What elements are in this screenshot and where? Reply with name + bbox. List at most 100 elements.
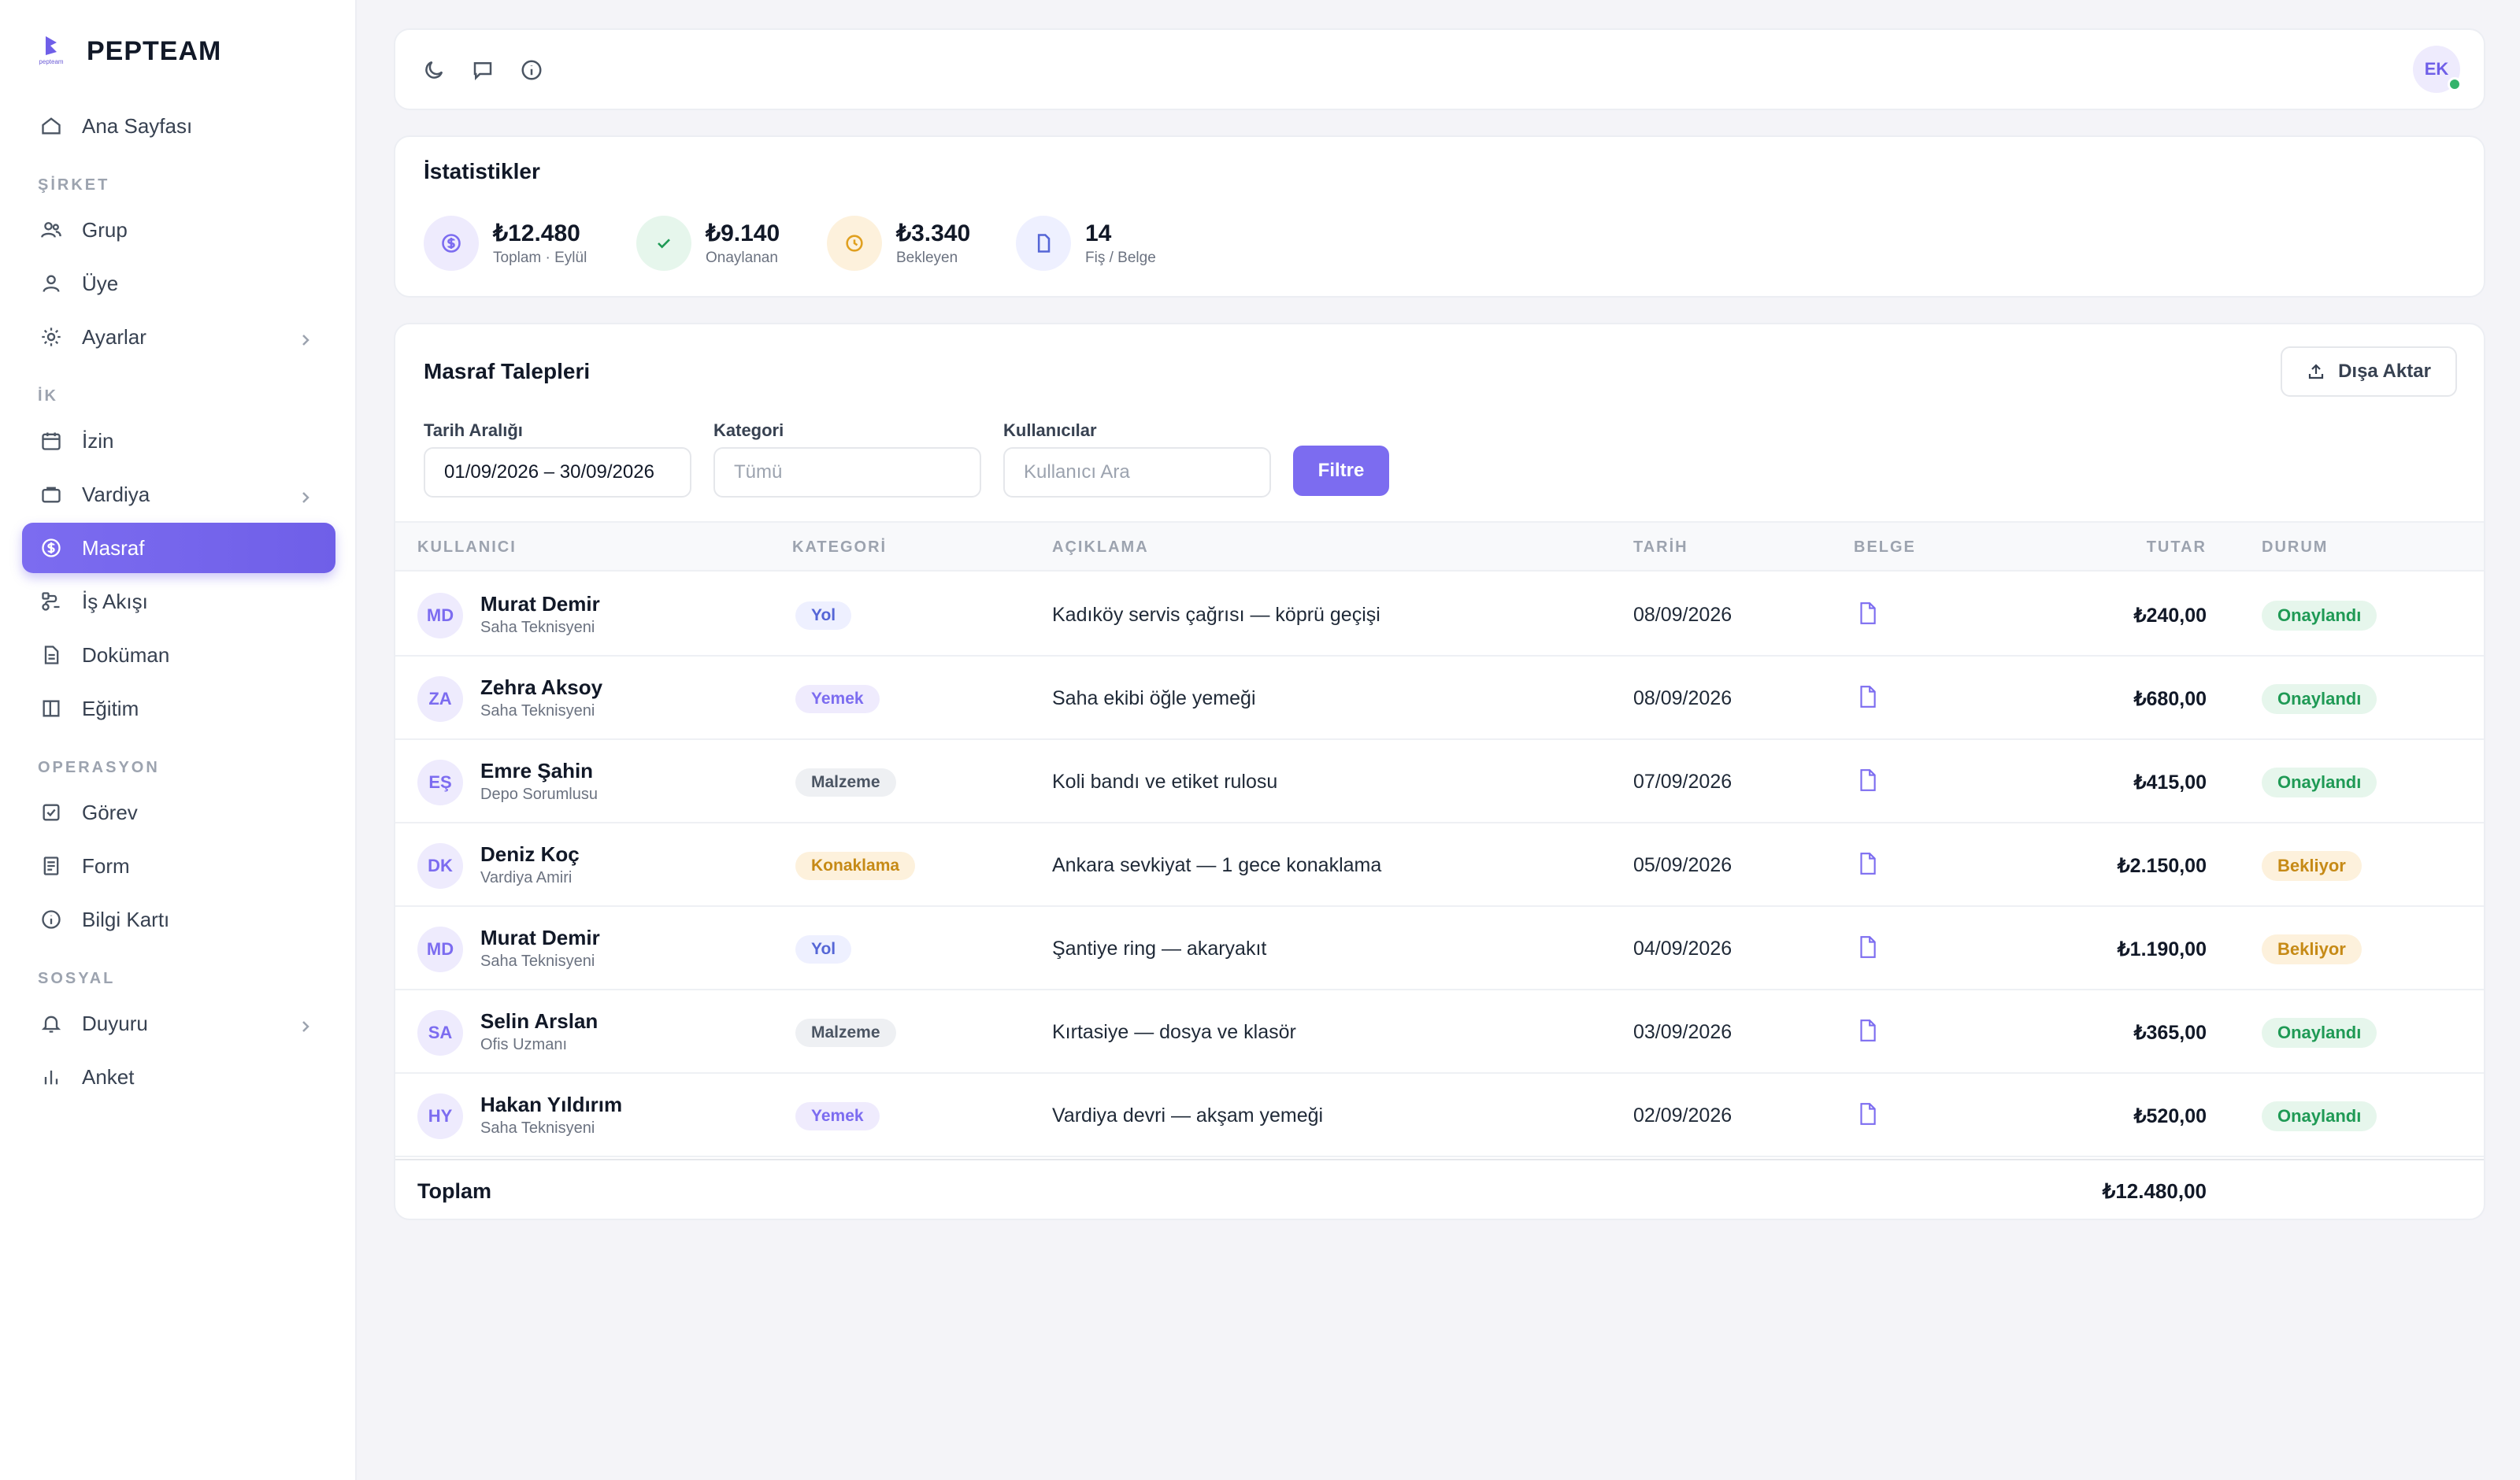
document-icon (1016, 216, 1071, 271)
sidebar-item-form[interactable]: Form (22, 841, 335, 891)
sidebar-item-leave[interactable]: İzin (22, 416, 335, 466)
sidebar-item-member[interactable]: Üye (22, 258, 335, 309)
user-avatar: HY (417, 1093, 463, 1139)
column-header-status[interactable]: DURUM (2262, 538, 2328, 557)
expense-date: 08/09/2026 (1633, 604, 1732, 626)
stat-label: Fiş / Belge (1085, 250, 1156, 266)
user-name: Emre Şahin (480, 759, 594, 783)
form-icon (39, 854, 63, 878)
document-icon[interactable] (1857, 768, 1879, 792)
sidebar-item-task[interactable]: Görev (22, 787, 335, 838)
document-icon[interactable] (1857, 852, 1879, 875)
stat-label: Bekleyen (896, 250, 958, 266)
sidebar-item-label: İzin (82, 428, 114, 453)
status-badge: Bekliyor (2262, 851, 2362, 881)
user-name: Selin Arslan (480, 1009, 598, 1033)
expense-description: Saha ekibi öğle yemeği (1052, 687, 1256, 709)
expense-amount: ₺2.150,00 (2117, 855, 2207, 877)
table-row[interactable]: ZA Zehra Aksoy Saha Teknisyeni Yemek Saha ek… (395, 657, 2484, 740)
user-avatar: MD (417, 927, 463, 972)
sidebar-item-settings[interactable]: Ayarlar (22, 312, 335, 362)
table-header: KULLANICI KATEGORİ AÇIKLAMA TARİH BELGE … (395, 521, 2484, 572)
expense-description: Koli bandı ve etiket rulosu (1052, 771, 1278, 793)
user-role: Saha Teknisyeni (480, 1119, 595, 1137)
sidebar-item-training[interactable]: Eğitim (22, 683, 335, 734)
table-row[interactable]: HY Hakan Yıldırım Saha Teknisyeni Yemek Vard… (395, 1074, 2484, 1157)
user-name: Deniz Koç (480, 842, 580, 866)
column-header-description[interactable]: AÇIKLAMA (1052, 538, 1149, 557)
document-icon[interactable] (1857, 1019, 1879, 1042)
sidebar-item-expense[interactable]: Masraf (22, 523, 335, 573)
sidebar-item-label: Anket (82, 1064, 135, 1089)
sidebar-item-shift[interactable]: Vardiya (22, 469, 335, 520)
filter-button[interactable]: Filtre (1293, 446, 1389, 496)
category-badge: Malzeme (795, 1019, 896, 1047)
sidebar-item-workflow[interactable]: İş Akışı (22, 576, 335, 627)
column-header-user[interactable]: KULLANICI (417, 538, 517, 557)
export-button[interactable]: Dışa Aktar (2281, 346, 2457, 397)
stat-label: Toplam · Eylül (493, 250, 587, 266)
info-icon (39, 908, 63, 931)
sidebar-item-home[interactable]: Ana Sayfası (22, 101, 335, 151)
brand[interactable]: pepteam PEPTEAM (32, 31, 221, 71)
category-badge: Yemek (795, 1102, 880, 1130)
date-range-input[interactable] (424, 447, 691, 498)
online-status-dot (2448, 77, 2462, 91)
user-avatar: EŞ (417, 760, 463, 805)
total-row: Toplam ₺12.480,00 (395, 1159, 2484, 1219)
expense-description: Vardiya devri — akşam yemeği (1052, 1104, 1324, 1127)
sidebar-item-infocard[interactable]: Bilgi Kartı (22, 894, 335, 945)
sidebar-item-announcement[interactable]: Duyuru (22, 998, 335, 1049)
clock-icon (827, 216, 882, 271)
table-row[interactable]: EŞ Emre Şahin Depo Sorumlusu Malzeme Koli ba… (395, 740, 2484, 823)
status-badge: Onaylandı (2262, 601, 2377, 631)
stat-total: ₺12.480 Toplam · Eylül (424, 216, 587, 271)
moon-icon[interactable] (422, 58, 447, 83)
category-input[interactable] (713, 447, 981, 498)
category-label: Kategori (713, 420, 784, 440)
column-header-amount[interactable]: TUTAR (2147, 538, 2207, 557)
document-icon[interactable] (1857, 685, 1879, 709)
sidebar-section-social: SOSYAL (38, 970, 116, 987)
calendar-icon (39, 429, 63, 453)
expense-date: 04/09/2026 (1633, 938, 1732, 960)
chat-icon[interactable] (471, 58, 496, 83)
status-badge: Onaylandı (2262, 684, 2377, 714)
category-badge: Konaklama (795, 852, 916, 880)
sidebar-item-label: Üye (82, 271, 119, 295)
sidebar-item-document[interactable]: Doküman (22, 630, 335, 680)
users-icon (39, 218, 63, 242)
export-button-label: Dışa Aktar (2338, 361, 2431, 382)
sidebar-item-label: Form (82, 853, 130, 878)
stat-value: ₺9.140 (706, 220, 780, 246)
sidebar-item-label: Ayarlar (82, 324, 146, 349)
table-row[interactable]: SA Selin Arslan Ofis Uzmanı Malzeme Kırtasiy… (395, 990, 2484, 1074)
user-avatar[interactable]: EK (2413, 46, 2462, 93)
checkbox-icon (39, 801, 63, 824)
users-search-input[interactable] (1003, 447, 1271, 498)
gear-icon (39, 325, 63, 349)
column-header-document[interactable]: BELGE (1854, 538, 1916, 557)
status-badge: Onaylandı (2262, 1101, 2377, 1131)
sidebar-item-label: Vardiya (82, 482, 150, 506)
document-icon[interactable] (1857, 935, 1879, 959)
document-icon[interactable] (1857, 601, 1879, 625)
info-icon[interactable] (520, 58, 545, 83)
sidebar-item-group[interactable]: Grup (22, 205, 335, 255)
column-header-date[interactable]: TARİH (1633, 538, 1688, 557)
user-role: Saha Teknisyeni (480, 619, 595, 636)
sidebar-item-label: Grup (82, 217, 128, 242)
document-icon (39, 643, 63, 667)
statistics-title: İstatistikler (424, 159, 540, 183)
table-row[interactable]: MD Murat Demir Saha Teknisyeni Yol Şantiye r… (395, 907, 2484, 990)
column-header-category[interactable]: KATEGORİ (792, 538, 887, 557)
document-icon[interactable] (1857, 1102, 1879, 1126)
table-row[interactable]: MD Murat Demir Saha Teknisyeni Yol Kadıköy s… (395, 573, 2484, 657)
brand-logo-text: pepteam (39, 58, 64, 65)
expense-date: 05/09/2026 (1633, 854, 1732, 876)
sidebar-item-survey[interactable]: Anket (22, 1052, 335, 1102)
expense-date: 08/09/2026 (1633, 687, 1732, 709)
table-row[interactable]: DK Deniz Koç Vardiya Amiri Konaklama Ankara … (395, 823, 2484, 907)
sidebar-section-operations: OPERASYON (38, 759, 160, 776)
expense-amount: ₺680,00 (2133, 688, 2207, 710)
